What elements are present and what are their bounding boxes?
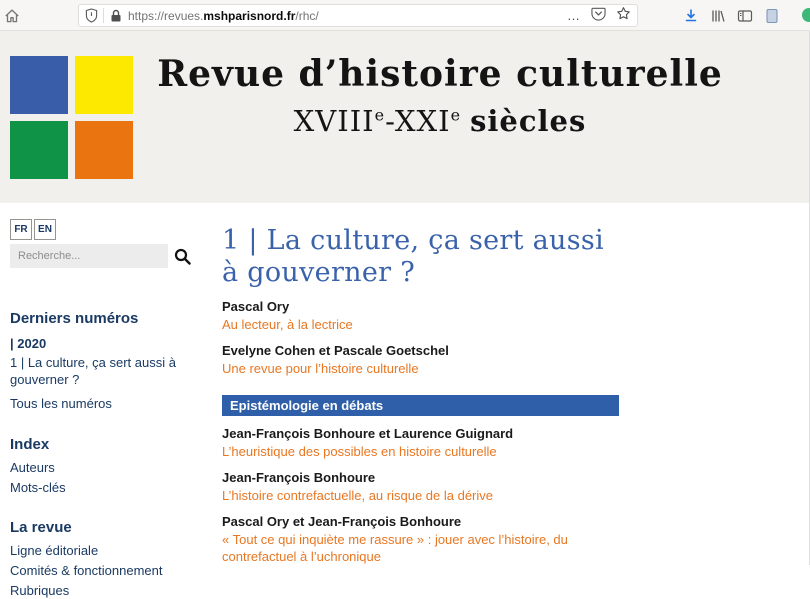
sidebar-heading-la-revue: La revue: [10, 519, 208, 536]
article-title-link[interactable]: « Tout ce qui inquiète me rassure » : jo…: [222, 531, 619, 565]
url-bar[interactable]: https://revues.mshparisnord.fr/rhc/ …: [78, 4, 638, 27]
library-icon[interactable]: [710, 8, 726, 24]
sidebar-item-ligne-editoriale[interactable]: Ligne éditoriale: [10, 543, 208, 559]
article-title-link[interactable]: L’histoire contrefactuelle, au risque de…: [222, 487, 619, 504]
language-switcher: FR EN: [10, 219, 208, 240]
pocket-icon[interactable]: [591, 6, 606, 26]
sidebar-item-mots-cles[interactable]: Mots-clés: [10, 480, 208, 496]
logo-square-orange: [75, 121, 133, 179]
journal-logo[interactable]: [10, 56, 138, 181]
logo-square-green: [10, 121, 68, 179]
search-bar: [10, 244, 208, 268]
sidebar-toggle-icon[interactable]: [737, 8, 753, 24]
page-icon[interactable]: [764, 8, 780, 24]
article-authors: Pascal Ory et Jean-François Bonhoure: [222, 514, 619, 530]
section-banner: Epistémologie en débats: [222, 395, 619, 416]
article-item: Pascal Ory et Jean-François Bonhoure « T…: [222, 514, 619, 565]
lock-icon[interactable]: [110, 9, 122, 23]
article-title-link[interactable]: Une revue pour l’histoire culturelle: [222, 360, 619, 377]
journal-subtitle: XVIIIe-XXIesiècles: [150, 104, 730, 138]
page-actions-icon[interactable]: …: [567, 11, 581, 21]
article-item: Jean-François Bonhoure et Laurence Guign…: [222, 426, 619, 460]
sidebar-item-tous-les-numeros[interactable]: Tous les numéros: [10, 396, 208, 412]
divider: [103, 8, 104, 23]
sidebar-item-year-2020[interactable]: | 2020: [10, 336, 208, 352]
lang-button-en[interactable]: EN: [34, 219, 56, 240]
lang-button-fr[interactable]: FR: [10, 219, 32, 240]
url-domain: mshparisnord.fr: [203, 9, 295, 23]
article-authors: Evelyne Cohen et Pascale Goetschel: [222, 343, 619, 359]
url-text[interactable]: https://revues.mshparisnord.fr/rhc/: [128, 9, 559, 23]
logo-square-blue: [10, 56, 68, 114]
article-authors: Jean-François Bonhoure: [222, 470, 619, 486]
search-icon: [174, 253, 191, 268]
search-input[interactable]: [10, 244, 168, 268]
sidebar-heading-derniers-numeros: Derniers numéros: [10, 310, 208, 327]
shield-icon[interactable]: [85, 8, 98, 23]
browser-toolbar: https://revues.mshparisnord.fr/rhc/ …: [0, 0, 810, 31]
article-item: Pascal Ory Au lecteur, à la lectrice: [222, 299, 619, 333]
sidebar-item-current-issue[interactable]: 1 | La culture, ça sert aussi à gouverne…: [10, 355, 200, 388]
url-prefix: https://revues.: [128, 9, 203, 23]
article-authors: Pascal Ory: [222, 299, 619, 315]
sidebar: FR EN Derniers numéros | 2020 1 | La cul…: [10, 219, 208, 599]
article-title-link[interactable]: Au lecteur, à la lectrice: [222, 316, 619, 333]
article-authors: Jean-François Bonhoure et Laurence Guign…: [222, 426, 619, 442]
sidebar-item-comites[interactable]: Comités & fonctionnement: [10, 563, 208, 579]
issue-title[interactable]: 1 | La culture, ça sert aussi à gouverne…: [222, 225, 619, 289]
bookmark-star-icon[interactable]: [616, 6, 631, 26]
article-item: Jean-François Bonhoure L’histoire contre…: [222, 470, 619, 504]
sidebar-item-rubriques[interactable]: Rubriques: [10, 583, 208, 599]
sidebar-heading-index: Index: [10, 436, 208, 453]
article-title-link[interactable]: L’heuristique des possibles en histoire …: [222, 443, 619, 460]
home-icon[interactable]: [3, 7, 21, 25]
article-item: Evelyne Cohen et Pascale Goetschel Une r…: [222, 343, 619, 377]
logo-square-yellow: [75, 56, 133, 114]
browser-window: { "browser": { "url": { "prefix": "https…: [0, 0, 810, 565]
sidebar-item-auteurs[interactable]: Auteurs: [10, 460, 208, 476]
search-button[interactable]: [174, 248, 191, 265]
journal-masthead: Revue d’histoire culturelle XVIIIe-XXIes…: [0, 31, 810, 203]
extension-icon[interactable]: [802, 8, 810, 22]
url-path: /rhc/: [295, 9, 318, 23]
journal-title: Revue d’histoire culturelle: [150, 53, 730, 96]
download-icon[interactable]: [683, 8, 699, 24]
main-content: 1 | La culture, ça sert aussi à gouverne…: [222, 225, 619, 565]
